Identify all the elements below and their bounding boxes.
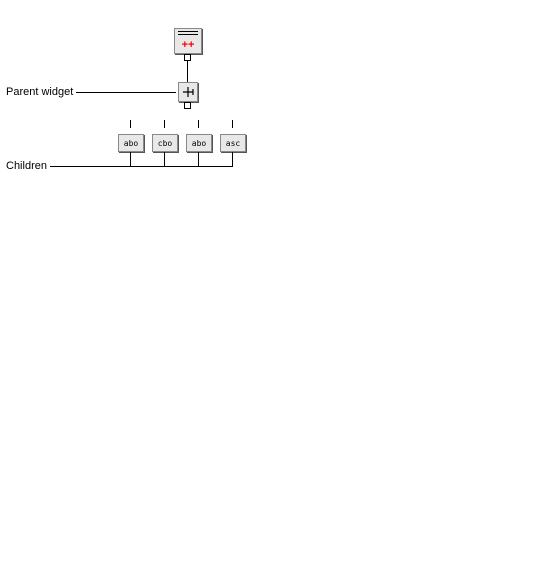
child1-drop: [130, 152, 131, 166]
plus-glyph-2: +: [188, 39, 194, 51]
container-icon: [181, 85, 195, 99]
child-node-4: asc: [220, 134, 246, 152]
root-widget-node: ++: [174, 28, 202, 54]
child-node-2-label: cbo: [158, 139, 172, 148]
parent-label-line: [76, 92, 176, 93]
child-node-2: cbo: [152, 134, 178, 152]
child1-top-tick: [130, 120, 131, 128]
child-node-1-label: abo: [124, 139, 138, 148]
connector-root-parent: [187, 61, 188, 82]
child4-top-tick: [232, 120, 233, 128]
children-label: Children: [6, 160, 47, 172]
children-bus-line: [50, 166, 233, 167]
child-node-1: abo: [118, 134, 144, 152]
parent-widget-node: [178, 82, 198, 102]
child4-drop: [232, 152, 233, 166]
parent-bottom-port: [184, 102, 191, 109]
child3-drop: [198, 152, 199, 166]
root-bottom-port: [184, 54, 191, 61]
child-node-3-label: abo: [192, 139, 206, 148]
child-node-3: abo: [186, 134, 212, 152]
child3-top-tick: [198, 120, 199, 128]
parent-label: Parent widget: [6, 86, 73, 98]
child2-top-tick: [164, 120, 165, 128]
child-node-4-label: asc: [226, 139, 240, 148]
calendar-icon: [178, 31, 198, 37]
child2-drop: [164, 152, 165, 166]
